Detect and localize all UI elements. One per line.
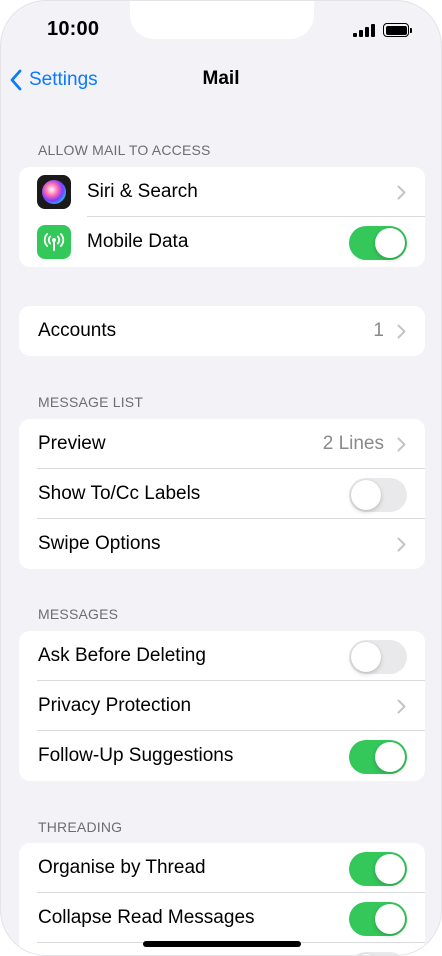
section-header-allow-access: ALLOW MAIL TO ACCESS	[38, 142, 211, 158]
section-header-messages: MESSAGES	[38, 606, 119, 622]
collapse-read-messages-row: Collapse Read Messages	[19, 893, 425, 943]
ask-before-deleting-toggle[interactable]	[349, 640, 407, 674]
navigation-bar: Settings Mail	[1, 57, 441, 101]
chevron-right-icon	[397, 185, 406, 200]
follow-up-suggestions-row: Follow-Up Suggestions	[19, 731, 425, 781]
organise-by-thread-label: Organise by Thread	[38, 857, 206, 878]
chevron-right-icon	[397, 537, 406, 552]
siri-icon	[37, 175, 71, 209]
battery-icon	[383, 23, 412, 37]
chevron-right-icon	[397, 437, 406, 452]
accounts-row[interactable]: Accounts 1	[19, 306, 425, 356]
section-header-threading: THREADING	[38, 819, 123, 835]
home-indicator[interactable]	[143, 941, 301, 947]
mobile-data-toggle[interactable]	[349, 226, 407, 260]
status-time: 10:00	[47, 18, 100, 40]
show-to-cc-label: Show To/Cc Labels	[38, 483, 201, 504]
preview-label: Preview	[38, 433, 106, 454]
partial-toggle[interactable]	[349, 952, 407, 955]
siri-search-row[interactable]: Siri & Search	[19, 167, 425, 217]
mobile-data-row: Mobile Data	[19, 217, 425, 267]
allow-access-group: Siri & Search Mobile Data	[19, 167, 425, 267]
swipe-options-row[interactable]: Swipe Options	[19, 519, 425, 569]
collapse-read-messages-label: Collapse Read Messages	[38, 907, 255, 928]
phone-screen: 10:00 Settings Mail ALLOW MAIL TO ACCESS…	[0, 0, 442, 956]
message-list-group: Preview 2 Lines Show To/Cc Labels Swipe …	[19, 419, 425, 569]
status-bar: 10:00	[1, 1, 441, 57]
privacy-protection-row[interactable]: Privacy Protection	[19, 681, 425, 731]
show-to-cc-toggle[interactable]	[349, 478, 407, 512]
threading-group: Organise by Thread Collapse Read Message…	[19, 843, 425, 955]
accounts-group: Accounts 1	[19, 306, 425, 356]
show-to-cc-row: Show To/Cc Labels	[19, 469, 425, 519]
antenna-icon	[37, 225, 71, 259]
cellular-signal-icon	[353, 24, 377, 37]
accounts-label: Accounts	[38, 320, 117, 341]
chevron-right-icon	[397, 324, 406, 339]
ask-before-deleting-row: Ask Before Deleting	[19, 631, 425, 681]
preview-row[interactable]: Preview 2 Lines	[19, 419, 425, 469]
follow-up-suggestions-toggle[interactable]	[349, 740, 407, 774]
follow-up-suggestions-label: Follow-Up Suggestions	[38, 745, 234, 766]
accounts-count: 1	[373, 320, 384, 341]
section-header-message-list: MESSAGE LIST	[38, 394, 144, 410]
messages-group: Ask Before Deleting Privacy Protection F…	[19, 631, 425, 781]
mobile-data-label: Mobile Data	[87, 231, 189, 252]
ask-before-deleting-label: Ask Before Deleting	[38, 645, 206, 666]
chevron-right-icon	[397, 699, 406, 714]
preview-value: 2 Lines	[322, 433, 384, 454]
privacy-protection-label: Privacy Protection	[38, 695, 192, 716]
swipe-options-label: Swipe Options	[38, 533, 161, 554]
organise-by-thread-toggle[interactable]	[349, 852, 407, 886]
collapse-read-messages-toggle[interactable]	[349, 902, 407, 936]
siri-search-label: Siri & Search	[87, 181, 198, 202]
organise-by-thread-row: Organise by Thread	[19, 843, 425, 893]
page-title: Mail	[202, 68, 240, 89]
